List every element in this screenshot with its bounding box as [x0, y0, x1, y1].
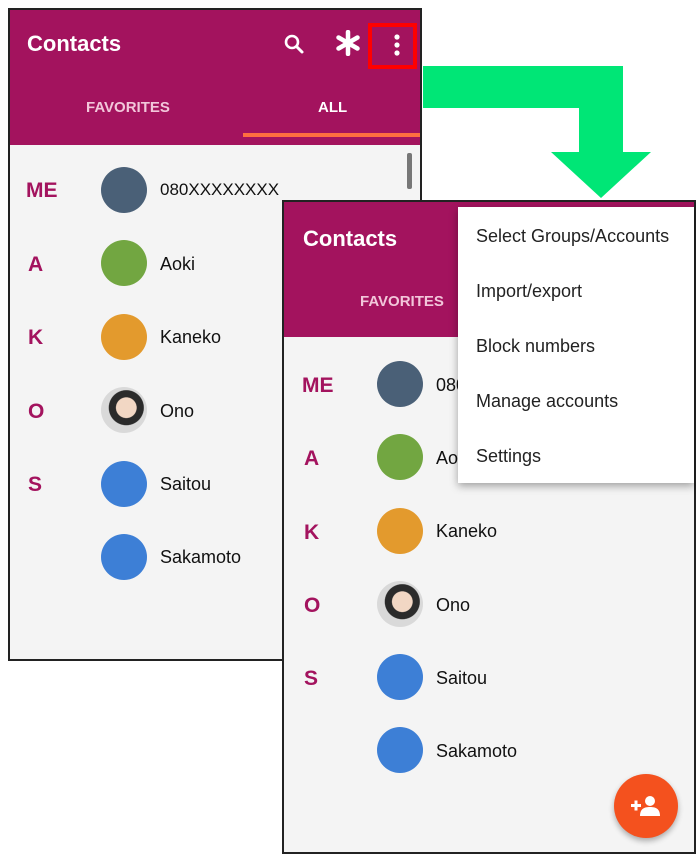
add-contact-button[interactable]	[614, 774, 678, 838]
section-letter: ME	[302, 374, 334, 397]
tab-indicator	[243, 133, 420, 137]
avatar	[377, 361, 423, 407]
avatar	[101, 534, 147, 580]
menu-item-import-export[interactable]: Import/export	[476, 281, 582, 302]
avatar	[101, 314, 147, 360]
avatar	[377, 727, 423, 773]
photo-avatar	[101, 387, 147, 433]
arrow-icon	[423, 66, 651, 198]
add-contact-icon	[631, 796, 660, 816]
app-title: Contacts	[27, 31, 122, 56]
overflow-menu: Select Groups/Accounts Import/export Blo…	[458, 207, 694, 483]
section-letter: ME	[26, 179, 58, 202]
section-letter: O	[304, 594, 321, 617]
section-letter: S	[304, 667, 319, 690]
contact-name[interactable]: Ono	[436, 595, 470, 616]
section-letter: K	[28, 326, 44, 349]
avatar	[377, 654, 423, 700]
avatar	[377, 434, 423, 480]
avatar	[101, 167, 147, 213]
scrollbar[interactable]	[407, 153, 412, 189]
contact-name[interactable]: Ao	[436, 448, 458, 469]
menu-item-manage-accounts[interactable]: Manage accounts	[476, 391, 618, 412]
photo-avatar	[377, 581, 423, 627]
contact-name[interactable]: Kaneko	[160, 327, 221, 348]
menu-item-block-numbers[interactable]: Block numbers	[476, 336, 595, 357]
section-letter: A	[28, 253, 44, 276]
contact-name[interactable]: Ono	[160, 401, 194, 422]
section-letter: A	[304, 447, 320, 470]
contact-name[interactable]: Kaneko	[436, 521, 497, 542]
avatar	[101, 240, 147, 286]
avatar	[101, 461, 147, 507]
more-button-highlight	[368, 23, 417, 69]
search-icon[interactable]	[278, 28, 310, 60]
contact-name[interactable]: Sakamoto	[436, 741, 517, 762]
section-letter: K	[304, 521, 320, 544]
menu-item-settings[interactable]: Settings	[476, 446, 541, 467]
menu-item-select-groups[interactable]: Select Groups/Accounts	[476, 226, 669, 247]
contact-name[interactable]: Saitou	[160, 474, 211, 495]
section-letter: S	[28, 473, 43, 496]
contact-name[interactable]: 080XXXXXXXX	[160, 180, 279, 200]
app-bar: Contacts FAVORITES ALL	[10, 10, 420, 145]
app-title: Contacts	[303, 226, 398, 251]
contact-name[interactable]: Saitou	[436, 668, 487, 689]
contact-name[interactable]: Sakamoto	[160, 547, 241, 568]
tab-favorites[interactable]: FAVORITES	[86, 99, 170, 116]
contact-name[interactable]: Aoki	[160, 254, 195, 275]
tab-favorites[interactable]: FAVORITES	[360, 293, 444, 310]
asterisk-icon[interactable]	[331, 26, 365, 60]
section-letter: O	[28, 400, 45, 423]
avatar	[377, 508, 423, 554]
tab-all[interactable]: ALL	[318, 99, 347, 116]
